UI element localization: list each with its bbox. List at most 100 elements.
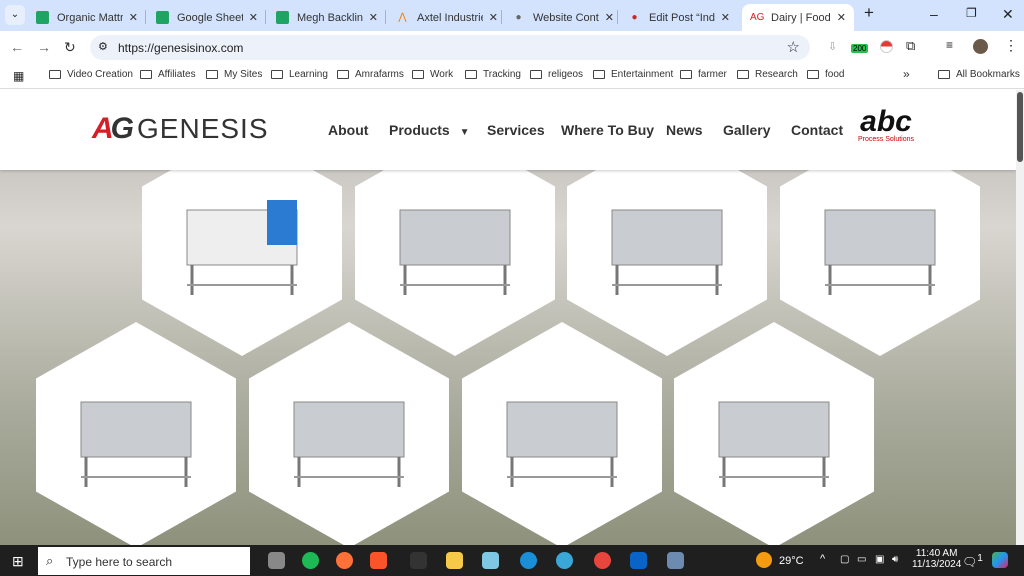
- reload-button[interactable]: ↻: [64, 39, 76, 56]
- bookmark-folder[interactable]: religeos: [530, 69, 583, 80]
- windows-start-icon[interactable]: ⊞: [12, 553, 24, 570]
- tab-divider: [145, 10, 146, 24]
- bookmark-folder[interactable]: Work: [412, 69, 453, 80]
- bookmark-folder[interactable]: food: [807, 69, 844, 80]
- edge-icon[interactable]: [520, 552, 537, 569]
- scrollbar-thumb[interactable]: [1017, 92, 1023, 162]
- clock[interactable]: 11:40 AM 11/13/2024: [912, 548, 961, 570]
- product-image: [399, 209, 511, 295]
- bookmark-folder[interactable]: My Sites: [206, 69, 262, 80]
- tab[interactable]: + Megh Backlinks ✕: [268, 4, 386, 31]
- windows-taskbar: ⊞ ⌕ Type here to search 29°C ^ ▢ ▭ ▣ 🔊︎ …: [0, 545, 1024, 576]
- bookmark-star-icon[interactable]: ☆: [787, 38, 800, 56]
- tab[interactable]: AG Dairy | Food | Ph ✕: [742, 4, 854, 31]
- sheets-icon: +: [36, 11, 49, 24]
- product-hexagon[interactable]: [36, 322, 236, 545]
- product-image: [611, 209, 723, 295]
- tab[interactable]: + Organic Mattres ✕: [28, 4, 146, 31]
- apps-grid-icon[interactable]: ▦: [13, 69, 24, 83]
- calculator-icon[interactable]: [667, 552, 684, 569]
- forward-button[interactable]: →: [37, 39, 51, 55]
- bookmark-folder[interactable]: Video Creation: [49, 69, 133, 80]
- show-hidden-icons-chevron[interactable]: ^: [820, 553, 825, 565]
- tab-divider: [265, 10, 266, 24]
- abc-partner-logo[interactable]: abc Process Solutions: [858, 107, 914, 144]
- network-icon[interactable]: ▭: [857, 554, 866, 565]
- bookmark-folder[interactable]: Tracking: [465, 69, 521, 80]
- bookmark-folder[interactable]: Entertainment: [593, 69, 673, 80]
- menu-kebab-icon[interactable]: ⋮: [1004, 37, 1018, 54]
- folder-icon: [206, 70, 218, 79]
- tab[interactable]: + Google Sheets ✕: [148, 4, 266, 31]
- close-tab-icon[interactable]: ✕: [721, 11, 730, 24]
- genesis-logo[interactable]: AG GENESIS: [92, 112, 269, 146]
- meet-icon[interactable]: ▢: [840, 554, 849, 565]
- copilot-icon[interactable]: [992, 552, 1008, 568]
- close-tab-icon[interactable]: ✕: [249, 11, 258, 24]
- extensions-puzzle-icon[interactable]: ⧉: [906, 38, 915, 54]
- page-scrollbar[interactable]: [1016, 90, 1024, 545]
- close-tab-icon[interactable]: ✕: [837, 11, 846, 24]
- product-hexagon[interactable]: [462, 322, 662, 545]
- folder-icon: [49, 70, 61, 79]
- tab-divider: [617, 10, 618, 24]
- back-button[interactable]: ←: [10, 39, 24, 55]
- weather-temp[interactable]: 29°C: [779, 555, 804, 567]
- bookmark-folder[interactable]: Research: [737, 69, 798, 80]
- tab[interactable]: ● Edit Post “Indust ✕: [620, 4, 738, 31]
- outlook-icon[interactable]: [630, 552, 647, 569]
- nav-products[interactable]: Products ▼: [389, 122, 469, 138]
- media-control-icon[interactable]: ≡: [946, 38, 953, 52]
- nav-gallery[interactable]: Gallery: [723, 122, 770, 138]
- nav-contact[interactable]: Contact: [791, 122, 843, 138]
- close-tab-icon[interactable]: ✕: [605, 11, 614, 24]
- folder-icon: [737, 70, 749, 79]
- pokeball-extension-icon[interactable]: [880, 40, 893, 53]
- nav-services[interactable]: Services: [487, 122, 545, 138]
- download-icon[interactable]: ⇩: [828, 40, 837, 53]
- more-bookmarks-chevron-icon[interactable]: »: [903, 67, 910, 81]
- nav-where-to-buy[interactable]: Where To Buy: [561, 122, 654, 138]
- folder-icon: [680, 70, 692, 79]
- brave-icon[interactable]: [370, 552, 387, 569]
- taskbar-search-input[interactable]: ⌕ Type here to search: [38, 547, 250, 575]
- close-tab-icon[interactable]: ✕: [489, 11, 498, 24]
- task-view-icon[interactable]: [268, 552, 285, 569]
- restore-button[interactable]: ❐: [966, 6, 977, 20]
- close-tab-icon[interactable]: ✕: [129, 11, 138, 24]
- tab-divider: [501, 10, 502, 24]
- extension-badge[interactable]: 200: [851, 44, 869, 53]
- tab-strip: ⌄ + Organic Mattres ✕ + Google Sheets ✕ + Megh …: [0, 0, 1024, 31]
- browser-icon[interactable]: [556, 552, 573, 569]
- minimize-button[interactable]: –: [930, 6, 938, 22]
- address-bar[interactable]: ⚙ https://genesisinox.com ☆: [90, 35, 810, 60]
- notifications-icon[interactable]: 🗨︎1: [962, 553, 983, 569]
- display-icon[interactable]: ▣: [875, 554, 884, 565]
- close-window-button[interactable]: ✕: [1002, 6, 1014, 23]
- notepad-icon[interactable]: [482, 552, 499, 569]
- profile-avatar[interactable]: [973, 39, 988, 54]
- close-tab-icon[interactable]: ✕: [369, 11, 378, 24]
- bookmark-folder[interactable]: farmer: [680, 69, 727, 80]
- weather-icon[interactable]: [756, 552, 772, 568]
- tab[interactable]: ⋀ Axtel Industries ✕: [388, 4, 506, 31]
- bookmark-folder[interactable]: Affiliates: [140, 69, 196, 80]
- new-tab-button[interactable]: +: [864, 3, 874, 23]
- product-hexagon[interactable]: [674, 322, 874, 545]
- volume-icon[interactable]: 🔊︎: [892, 554, 898, 565]
- chrome-icon[interactable]: [594, 552, 611, 569]
- site-info-icon[interactable]: ⚙: [98, 40, 108, 53]
- nav-news[interactable]: News: [666, 122, 703, 138]
- spotify-icon[interactable]: [302, 552, 319, 569]
- terminal-icon[interactable]: [410, 552, 427, 569]
- bookmark-folder[interactable]: Learning: [271, 69, 328, 80]
- nav-about[interactable]: About: [328, 122, 368, 138]
- bookmark-folder[interactable]: Amrafarms: [337, 69, 404, 80]
- file-explorer-icon[interactable]: [446, 552, 463, 569]
- all-bookmarks[interactable]: All Bookmarks: [938, 69, 1020, 80]
- tab[interactable]: ● Website Content ✕: [504, 4, 622, 31]
- url-text[interactable]: https://genesisinox.com: [118, 41, 243, 55]
- firefox-icon[interactable]: [336, 552, 353, 569]
- product-hexagon[interactable]: [249, 322, 449, 545]
- tab-search-button[interactable]: ⌄: [5, 5, 25, 25]
